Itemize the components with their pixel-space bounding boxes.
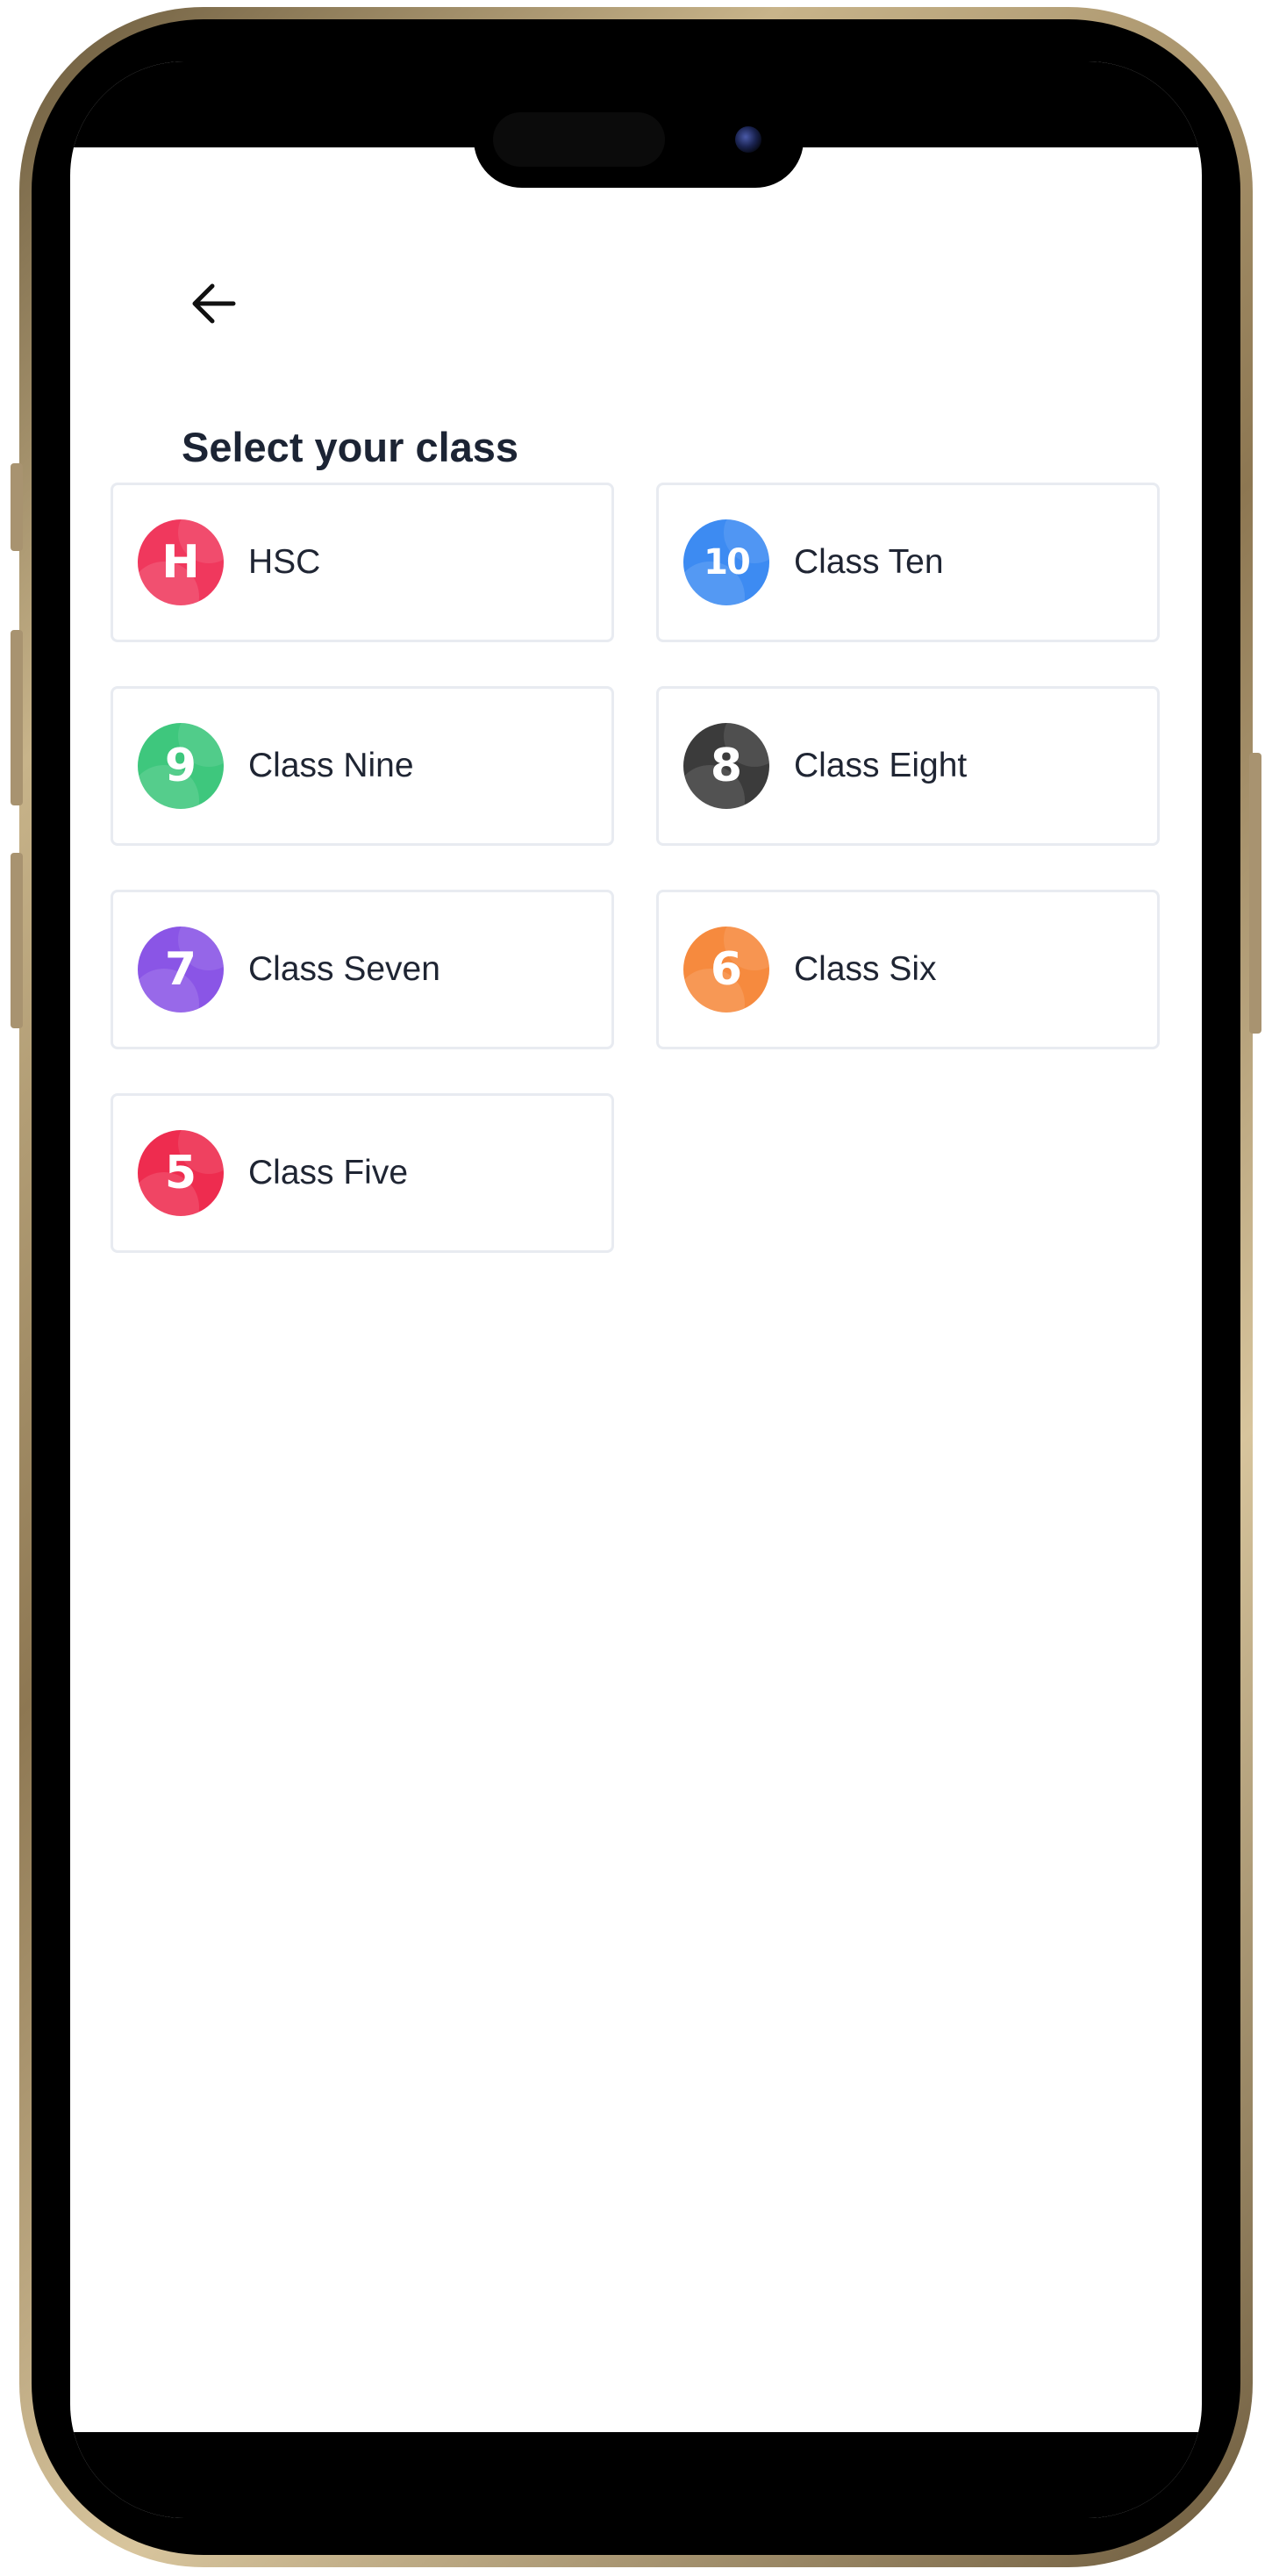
back-button[interactable] [189, 279, 239, 328]
class-label: Class Seven [248, 950, 440, 988]
class-card-nine[interactable]: 9 Class Nine [111, 686, 614, 846]
class-label: Class Eight [794, 747, 968, 784]
dynamic-island [474, 91, 804, 188]
arrow-left-icon [192, 283, 236, 324]
island-sensor [493, 112, 665, 167]
class-label: Class Ten [794, 543, 944, 581]
class-label: Class Six [794, 950, 937, 988]
screen: Select your class H HSC 10 Class Ten 9 C… [70, 61, 1202, 2518]
action-button [11, 463, 23, 551]
number-five-icon: 5 [138, 1130, 224, 1216]
number-nine-icon: 9 [138, 723, 224, 809]
hsc-icon: H [138, 519, 224, 605]
class-label: Class Five [248, 1154, 409, 1191]
number-six-icon: 6 [683, 927, 769, 1013]
camera-icon [735, 126, 761, 153]
volume-down-button [11, 853, 23, 1028]
class-card-seven[interactable]: 7 Class Seven [111, 890, 614, 1049]
power-button [1249, 753, 1261, 1034]
class-label: HSC [248, 543, 321, 581]
class-card-hsc[interactable]: H HSC [111, 483, 614, 642]
volume-up-button [11, 630, 23, 805]
class-label: Class Nine [248, 747, 414, 784]
home-indicator-area [70, 2432, 1202, 2518]
number-ten-icon: 10 [683, 519, 769, 605]
number-seven-icon: 7 [138, 927, 224, 1013]
number-eight-icon: 8 [683, 723, 769, 809]
class-card-five[interactable]: 5 Class Five [111, 1093, 614, 1253]
class-card-six[interactable]: 6 Class Six [656, 890, 1160, 1049]
class-card-eight[interactable]: 8 Class Eight [656, 686, 1160, 846]
class-card-ten[interactable]: 10 Class Ten [656, 483, 1160, 642]
page-title: Select your class [182, 424, 519, 470]
